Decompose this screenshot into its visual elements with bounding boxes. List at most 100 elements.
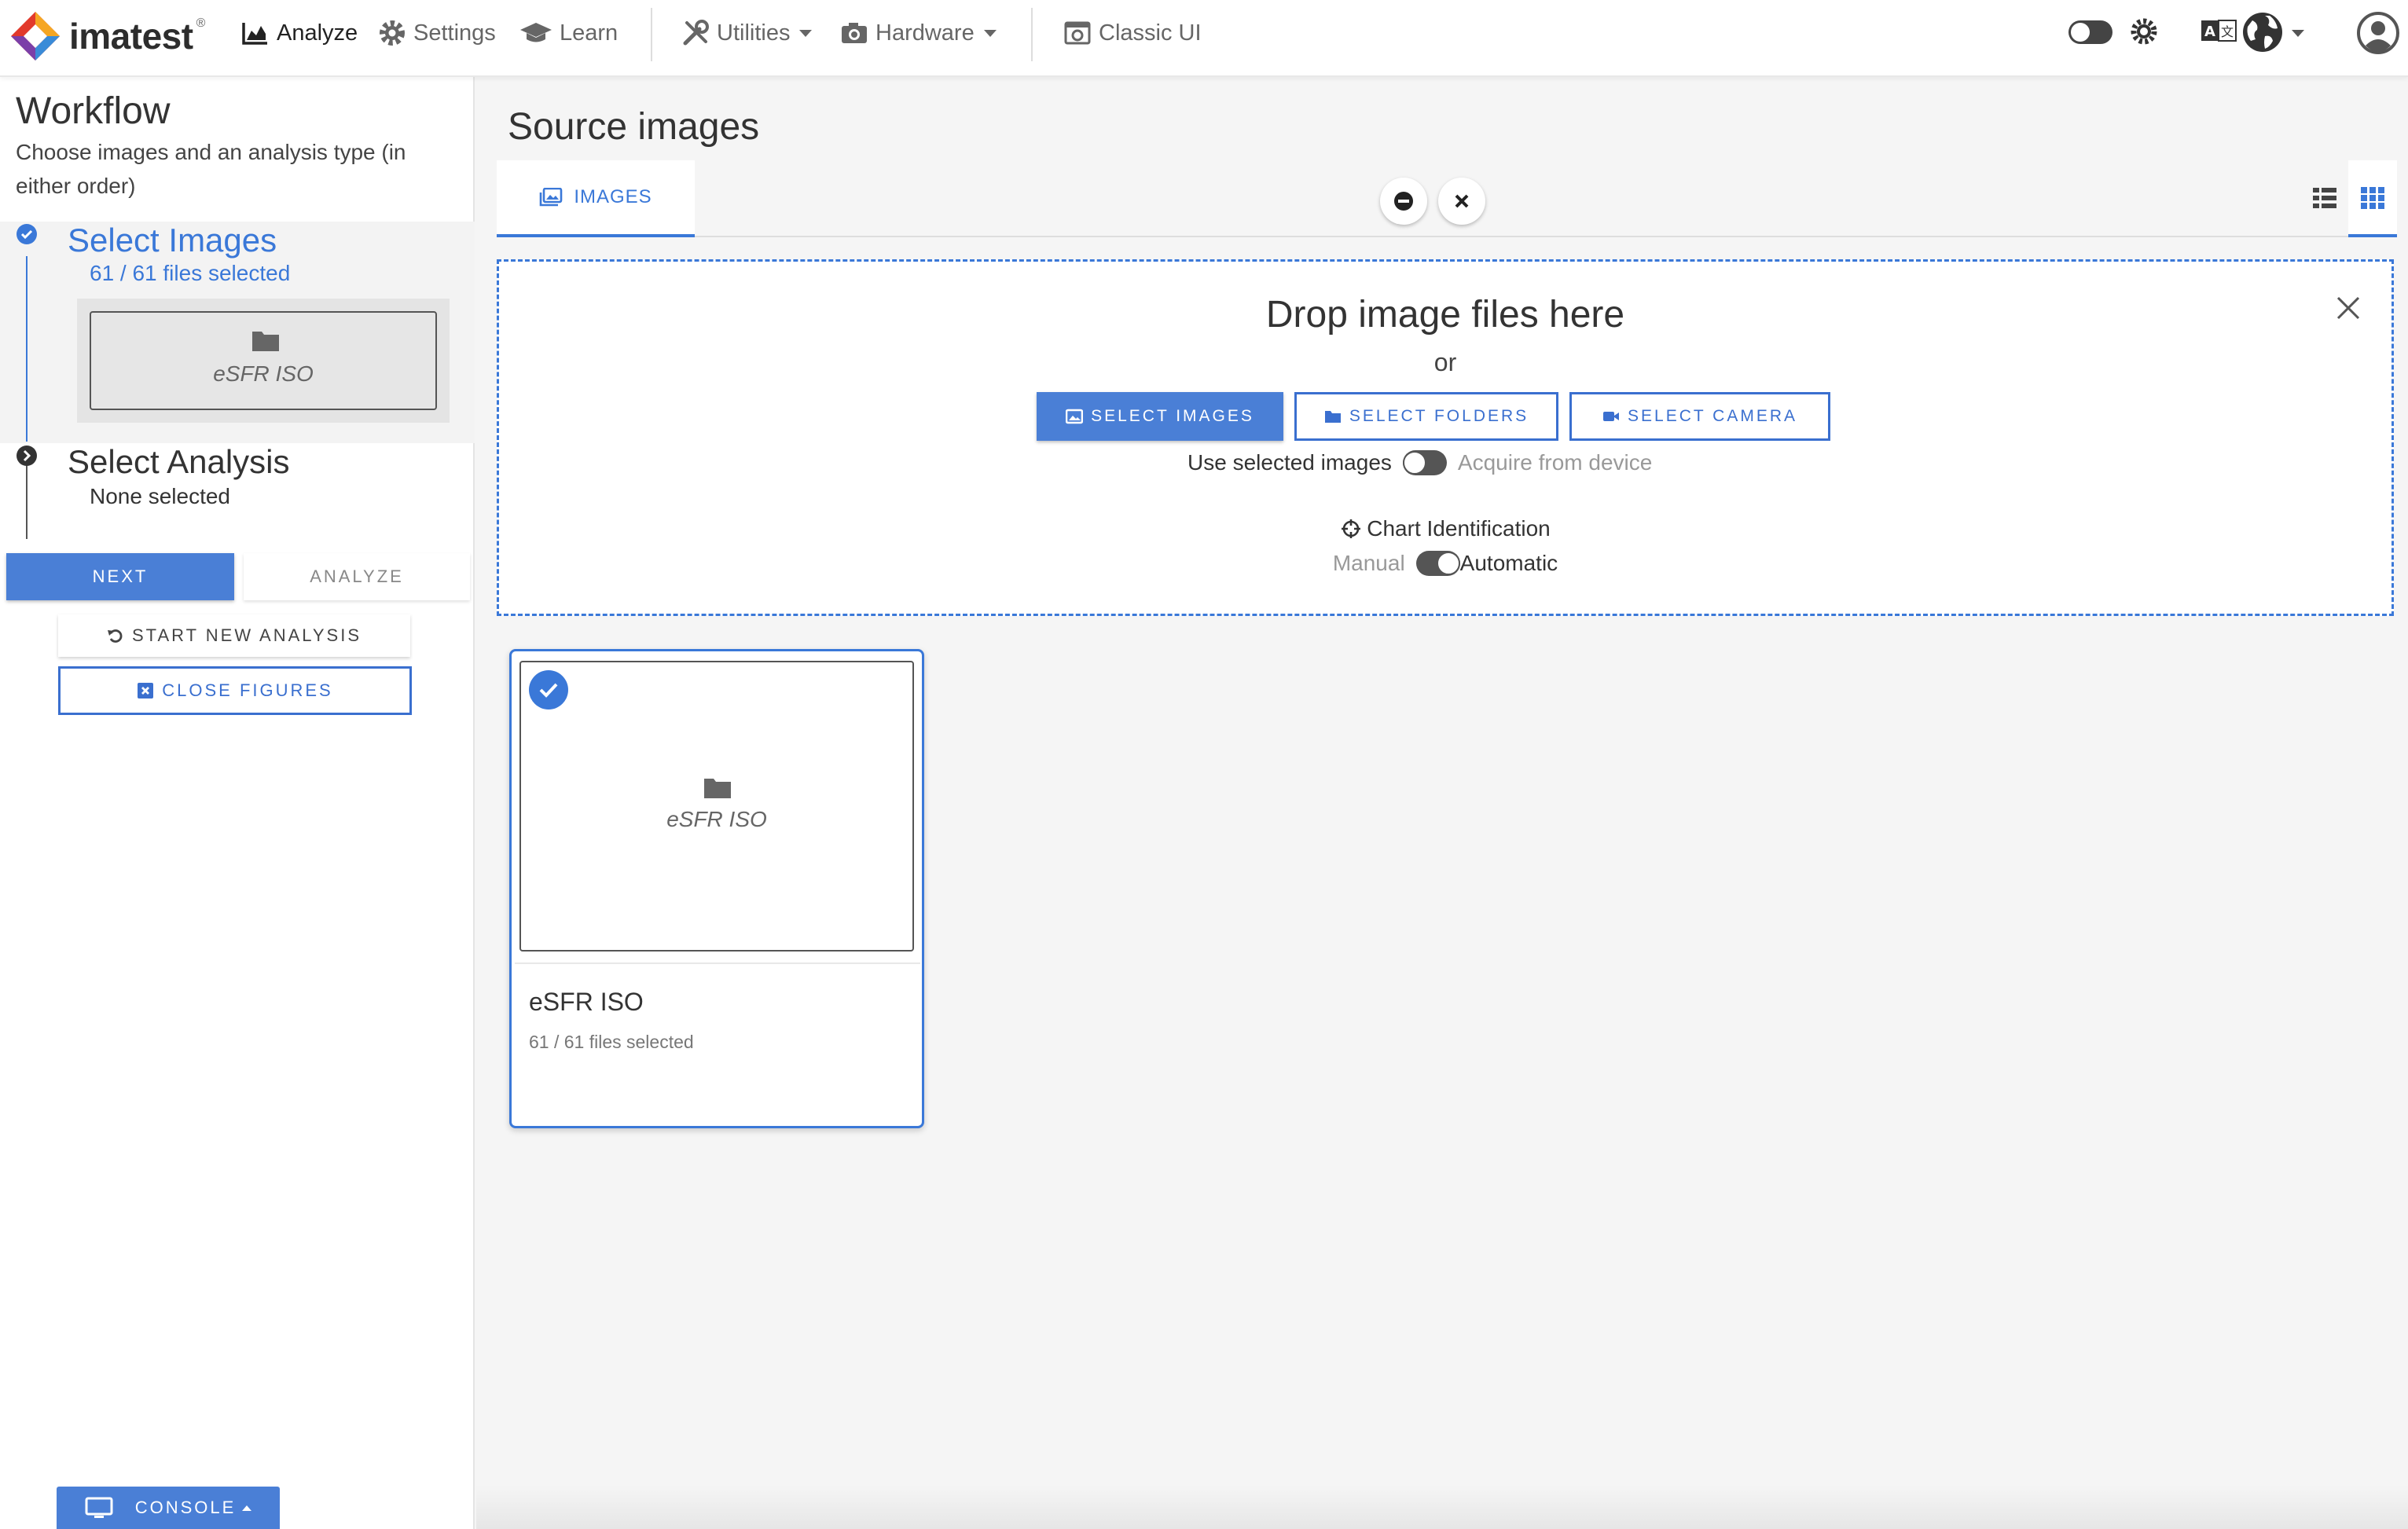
images-icon	[540, 188, 563, 207]
card-divider	[515, 962, 920, 964]
chevron-right-circle-icon	[17, 446, 37, 466]
nav-learn[interactable]: Learn	[519, 14, 618, 52]
step-select-analysis[interactable]: Select Analysis	[68, 443, 289, 481]
folder-icon	[1324, 411, 1341, 423]
registered-mark: ®	[196, 16, 206, 30]
close-figures-button[interactable]: CLOSE FIGURES	[58, 666, 412, 715]
workflow-subtitle: Choose images and an analysis type (in e…	[16, 140, 406, 198]
nav-hardware-label: Hardware	[875, 20, 975, 46]
workflow-sidebar: Workflow Choose images and an analysis t…	[0, 77, 475, 1529]
translate-icon[interactable]: A 文	[2201, 17, 2237, 46]
chart-identification: Chart Identification	[499, 516, 2391, 541]
nav-analyze-label: Analyze	[277, 20, 358, 46]
check-circle-icon	[17, 224, 37, 244]
workflow-title: Workflow	[16, 90, 171, 132]
chevron-down-icon[interactable]	[2292, 30, 2304, 37]
toggle-knob	[1402, 451, 1426, 475]
file-dropzone[interactable]: Drop image files here or SELECT IMAGES S…	[497, 259, 2394, 616]
acquire-label: Acquire from device	[1457, 450, 1653, 475]
nav-analyze[interactable]: Analyze	[240, 14, 358, 52]
checkmark-icon	[539, 683, 558, 698]
step-select-images-count: 61 / 61 files selected	[90, 261, 291, 285]
grid-view-icon	[2361, 187, 2384, 209]
chevron-up-icon	[242, 1505, 252, 1511]
nav-learn-label: Learn	[560, 20, 619, 46]
chart-area-icon	[242, 23, 267, 45]
console-label: CONSOLE	[134, 1498, 237, 1517]
dropzone-title: Drop image files here	[1265, 294, 1625, 336]
monitor-icon	[85, 1497, 113, 1518]
select-images-button[interactable]: SELECT IMAGES	[1037, 392, 1283, 441]
analyze-button[interactable]: ANALYZE	[244, 553, 470, 600]
next-button[interactable]: NEXT	[6, 553, 234, 600]
logo-icon	[11, 12, 60, 60]
tools-icon	[683, 20, 709, 46]
card-title: eSFR ISO	[529, 988, 644, 1016]
analyze-button-label: ANALYZE	[310, 566, 404, 586]
automatic-label: Automatic	[1459, 551, 1558, 575]
tab-images[interactable]: IMAGES	[497, 160, 695, 237]
nav-settings-label: Settings	[413, 20, 496, 46]
step-select-images[interactable]: Select Images	[68, 222, 277, 259]
page-title: Source images	[508, 106, 760, 148]
dropzone-or: or	[1433, 348, 1457, 376]
theme-toggle[interactable]	[2068, 20, 2113, 44]
start-new-analysis-label: START NEW ANALYSIS	[132, 625, 362, 645]
selected-check-icon[interactable]	[529, 670, 568, 710]
remove-selected-button[interactable]	[1380, 178, 1427, 225]
brand-name: imatest	[69, 16, 193, 57]
manual-label: Manual	[1332, 551, 1405, 575]
clear-all-button[interactable]	[1438, 178, 1485, 225]
folder-icon	[704, 779, 731, 798]
nav-separator	[1031, 8, 1033, 61]
select-folders-label: SELECT FOLDERS	[1349, 407, 1529, 425]
sun-icon[interactable]	[2128, 16, 2160, 47]
user-account-icon[interactable]	[2356, 11, 2400, 55]
use-selected-label: Use selected images	[1187, 450, 1392, 475]
card-file-count: 61 / 61 files selected	[529, 1032, 694, 1052]
bottom-shade	[476, 1485, 2408, 1529]
source-mode-row: Use selected images Acquire from device	[1187, 450, 1652, 475]
imatest-logo[interactable]: imatest ®	[9, 6, 205, 66]
select-images-label: SELECT IMAGES	[1091, 407, 1254, 425]
close-icon[interactable]	[2335, 295, 2362, 321]
selected-image-set[interactable]: eSFR ISO	[77, 299, 450, 423]
camera-icon	[842, 23, 867, 43]
top-navbar: imatest ® Analyze Settings Learn Utiliti…	[0, 0, 2408, 77]
step-connector	[26, 256, 28, 442]
grid-view-tab[interactable]	[2348, 160, 2397, 237]
gear-icon	[380, 20, 405, 46]
chart-identification-label: Chart Identification	[1367, 516, 1551, 541]
select-camera-button[interactable]: SELECT CAMERA	[1569, 392, 1830, 441]
nav-utilities[interactable]: Utilities	[681, 14, 813, 52]
source-tabs: IMAGES	[497, 160, 2392, 237]
graduation-cap-icon	[520, 23, 552, 42]
nav-separator	[651, 8, 652, 61]
nav-hardware[interactable]: Hardware	[839, 14, 997, 52]
image-set-thumbnail[interactable]: eSFR ISO	[90, 311, 437, 410]
step-select-analysis-status: None selected	[90, 484, 231, 508]
start-new-analysis-button[interactable]: START NEW ANALYSIS	[58, 614, 410, 657]
identification-mode-row: Manual Automatic	[499, 551, 2391, 576]
card-thumbnail[interactable]: eSFR ISO	[519, 661, 914, 952]
close-figures-label: CLOSE FIGURES	[162, 680, 333, 700]
console-button[interactable]: CONSOLE	[57, 1487, 280, 1529]
image-icon	[1066, 409, 1084, 424]
classic-window-icon	[1064, 21, 1091, 45]
source-mode-toggle[interactable]	[1402, 450, 1447, 475]
undo-icon	[108, 629, 123, 643]
list-view-icon[interactable]	[2311, 184, 2339, 212]
crosshair-icon	[1342, 519, 1361, 538]
nav-settings[interactable]: Settings	[377, 14, 496, 52]
nav-classic-ui[interactable]: Classic UI	[1063, 14, 1202, 52]
identification-mode-toggle[interactable]	[1415, 551, 1460, 576]
globe-icon[interactable]	[2241, 11, 2284, 53]
svg-text:A: A	[2204, 24, 2215, 40]
select-folders-button[interactable]: SELECT FOLDERS	[1294, 392, 1558, 441]
next-button-label: NEXT	[92, 566, 149, 586]
image-set-card[interactable]: eSFR ISO eSFR ISO 61 / 61 files selected	[509, 649, 924, 1128]
toggle-knob	[1436, 552, 1460, 575]
nav-utilities-label: Utilities	[717, 20, 791, 46]
svg-text:文: 文	[2221, 24, 2234, 39]
nav-classic-ui-label: Classic UI	[1099, 20, 1202, 46]
